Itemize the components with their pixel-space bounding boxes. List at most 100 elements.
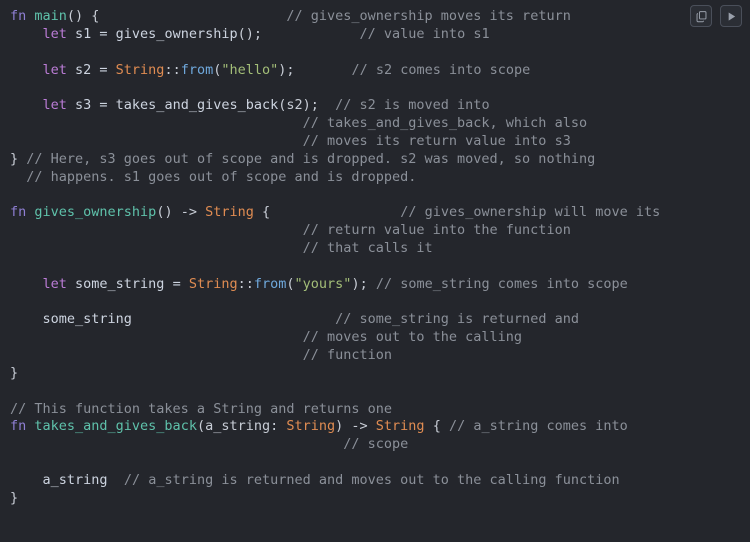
code-token: () { bbox=[66, 8, 100, 24]
code-block: fn main() { // gives_ownership moves its… bbox=[0, 0, 750, 542]
code-token: String bbox=[188, 275, 238, 292]
run-button[interactable] bbox=[720, 5, 742, 27]
code-token: s2 = bbox=[75, 61, 116, 78]
code-token: // gives_ownership will move its bbox=[400, 204, 661, 221]
code-line: } bbox=[10, 490, 18, 506]
code-token: let bbox=[42, 25, 76, 42]
code-token: some_string = bbox=[75, 275, 189, 292]
code-token: // function bbox=[302, 347, 393, 364]
code-line: // This function takes a String and retu… bbox=[10, 401, 392, 417]
code-line: // happens. s1 goes out of scope and is … bbox=[10, 169, 416, 185]
code-token: from bbox=[253, 275, 287, 292]
code-token: } bbox=[10, 364, 19, 381]
code-token: // s2 comes into scope bbox=[351, 61, 531, 78]
code-token: gives_ownership bbox=[115, 25, 238, 42]
code-token: a_string bbox=[42, 471, 108, 488]
code-token: takes_and_gives_back bbox=[115, 97, 279, 114]
code-token: // a_string is returned and moves out to… bbox=[123, 471, 620, 488]
code-token: ); bbox=[351, 275, 376, 292]
code-line: let s1 = gives_ownership(); // value int… bbox=[10, 26, 490, 42]
code-line: // scope bbox=[10, 436, 408, 452]
code-block-toolbar bbox=[690, 5, 742, 27]
code-token: // value into s1 bbox=[359, 25, 490, 42]
code-token: main bbox=[34, 8, 67, 24]
code-token: ) -> bbox=[335, 418, 376, 435]
code-token: :: bbox=[164, 61, 181, 78]
code-token: // a_string comes into bbox=[448, 418, 628, 435]
code-line: let some_string = String::from("yours");… bbox=[10, 276, 628, 292]
code-token: } bbox=[10, 150, 27, 167]
code-token: // moves out to the calling bbox=[302, 329, 523, 346]
code-token: // scope bbox=[343, 436, 409, 453]
code-line: fn takes_and_gives_back(a_string: String… bbox=[10, 418, 628, 434]
code-token: "hello" bbox=[221, 61, 279, 78]
code-token: takes_and_gives_back bbox=[34, 418, 197, 435]
code-token: some_string bbox=[42, 311, 132, 328]
code-line: fn gives_ownership() -> String { // give… bbox=[10, 204, 660, 220]
code-token: String bbox=[375, 418, 425, 435]
code-token: fn bbox=[10, 204, 35, 221]
code-token: // moves its return value into s3 bbox=[302, 132, 571, 149]
code-token: () -> bbox=[156, 204, 206, 221]
code-token: s1 = bbox=[75, 25, 116, 42]
code-token: ); bbox=[278, 61, 295, 78]
code-line: // return value into the function bbox=[10, 222, 571, 238]
code-token: // return value into the function bbox=[302, 222, 571, 239]
code-token: { bbox=[253, 204, 271, 221]
code-token: s3 = bbox=[75, 97, 116, 114]
code-line: } bbox=[10, 365, 18, 381]
code-line: // moves out to the calling bbox=[10, 329, 522, 345]
code-line: // function bbox=[10, 347, 392, 363]
code-line: } // Here, s3 goes out of scope and is d… bbox=[10, 151, 595, 167]
code-line: // that calls it bbox=[10, 240, 433, 256]
code-token: // that calls it bbox=[302, 239, 433, 256]
code-line: // takes_and_gives_back, which also bbox=[10, 115, 587, 131]
code-token: (a_string: bbox=[196, 418, 287, 435]
code-token: gives_ownership bbox=[34, 204, 157, 221]
play-icon bbox=[725, 10, 738, 23]
code-token: let bbox=[42, 97, 76, 114]
code-token: from bbox=[180, 61, 214, 78]
code-token: "yours" bbox=[294, 275, 352, 292]
code-token: // gives_ownership moves its return bbox=[286, 8, 571, 24]
code-token: String bbox=[286, 418, 336, 435]
code-token: let bbox=[42, 275, 76, 292]
code-token: :: bbox=[237, 275, 254, 292]
code-line: // moves its return value into s3 bbox=[10, 133, 571, 149]
code-line: a_string // a_string is returned and mov… bbox=[10, 472, 620, 488]
code-token: // takes_and_gives_back, which also bbox=[302, 115, 588, 132]
code-line: let s3 = takes_and_gives_back(s2); // s2… bbox=[10, 97, 490, 113]
code-token: let bbox=[42, 61, 76, 78]
code-token: (); bbox=[237, 25, 262, 42]
code-token: fn bbox=[10, 8, 35, 24]
code-token: // some_string comes into scope bbox=[375, 275, 628, 292]
code-token: ( bbox=[286, 275, 295, 292]
code-token: (s2); bbox=[278, 97, 319, 114]
source-code[interactable]: fn main() { // gives_ownership moves its… bbox=[0, 8, 750, 508]
code-line: let s2 = String::from("hello"); // s2 co… bbox=[10, 61, 531, 78]
code-token: // some_string is returned and bbox=[335, 311, 579, 328]
code-token: { bbox=[424, 418, 449, 435]
code-token: String bbox=[115, 61, 165, 78]
code-token: // This function takes a String and retu… bbox=[10, 400, 393, 417]
code-token: String bbox=[205, 204, 254, 221]
copy-button[interactable] bbox=[690, 5, 712, 27]
